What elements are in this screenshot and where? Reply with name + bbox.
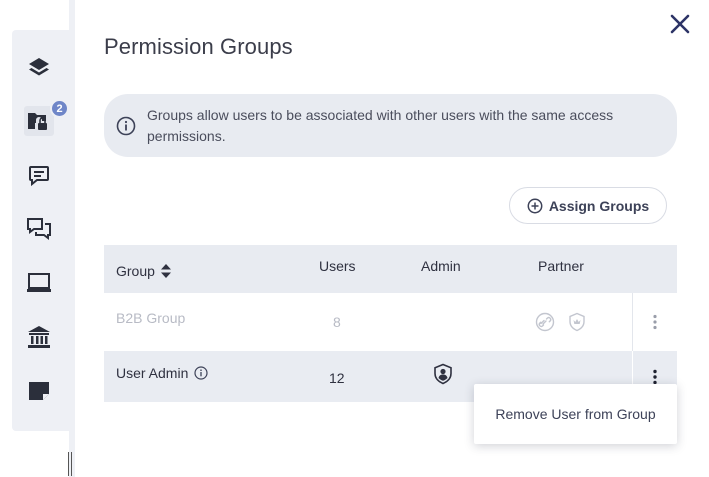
sidebar-rail: 2	[12, 30, 69, 431]
groups-table: Group Users Admin Partner B2B Group 8 Us…	[104, 245, 677, 402]
notification-badge: 2	[50, 99, 69, 118]
column-header-users: Users	[319, 258, 356, 274]
sidebar-item-bank[interactable]	[24, 322, 54, 352]
admin-cell	[432, 348, 454, 399]
info-icon	[116, 116, 136, 135]
table-row[interactable]: B2B Group 8	[104, 293, 677, 351]
user-count: 12	[329, 369, 345, 386]
resize-handle[interactable]	[68, 452, 72, 476]
column-header-partner: Partner	[538, 258, 584, 274]
info-text: Groups allow users to be associated with…	[147, 106, 614, 144]
layers-icon	[29, 58, 49, 76]
sidebar-item-notes[interactable]	[24, 376, 54, 406]
sort-icon[interactable]	[160, 263, 172, 279]
sidebar-item-chat[interactable]	[24, 214, 54, 244]
column-header-group[interactable]: Group	[116, 247, 172, 295]
laptop-icon	[27, 273, 51, 292]
group-name: B2B Group	[116, 310, 186, 326]
sidebar-item-permissions[interactable]: 2	[24, 99, 69, 136]
remove-user-from-group-item[interactable]: Remove User from Group	[495, 406, 655, 422]
column-header-group-label: Group	[116, 263, 155, 279]
group-name-cell: User Admin	[116, 347, 208, 398]
row-actions[interactable]	[632, 293, 677, 351]
chat-icon	[27, 218, 51, 240]
row-context-menu: Remove User from Group	[474, 384, 677, 444]
table-header: Group Users Admin Partner	[104, 245, 677, 293]
sidebar-item-comments[interactable]	[24, 160, 54, 190]
info-icon[interactable]	[194, 365, 208, 380]
user-count: 8	[333, 314, 341, 330]
shield-icon	[569, 312, 585, 332]
bank-icon	[28, 326, 50, 348]
column-header-admin: Admin	[421, 258, 461, 274]
sidebar-item-layers[interactable]	[24, 52, 54, 82]
assign-groups-button[interactable]: Assign Groups	[509, 187, 667, 224]
kebab-menu-icon[interactable]	[652, 369, 658, 385]
assign-groups-label: Assign Groups	[548, 197, 650, 214]
info-banner: Groups allow users to be associated with…	[104, 94, 677, 157]
close-button[interactable]	[669, 13, 691, 35]
sidebar-item-devices[interactable]	[24, 268, 54, 298]
page-title: Permission Groups	[104, 34, 293, 59]
close-icon	[670, 14, 690, 34]
kebab-menu-icon[interactable]	[652, 314, 658, 330]
link-icon	[535, 312, 555, 332]
group-name: User Admin	[116, 364, 189, 381]
plus-circle-icon	[527, 198, 543, 213]
folder-lock-icon	[28, 113, 47, 130]
note-icon	[29, 382, 49, 400]
partner-icons	[535, 293, 587, 351]
user-shield-icon	[434, 363, 452, 384]
comment-icon	[29, 166, 49, 187]
